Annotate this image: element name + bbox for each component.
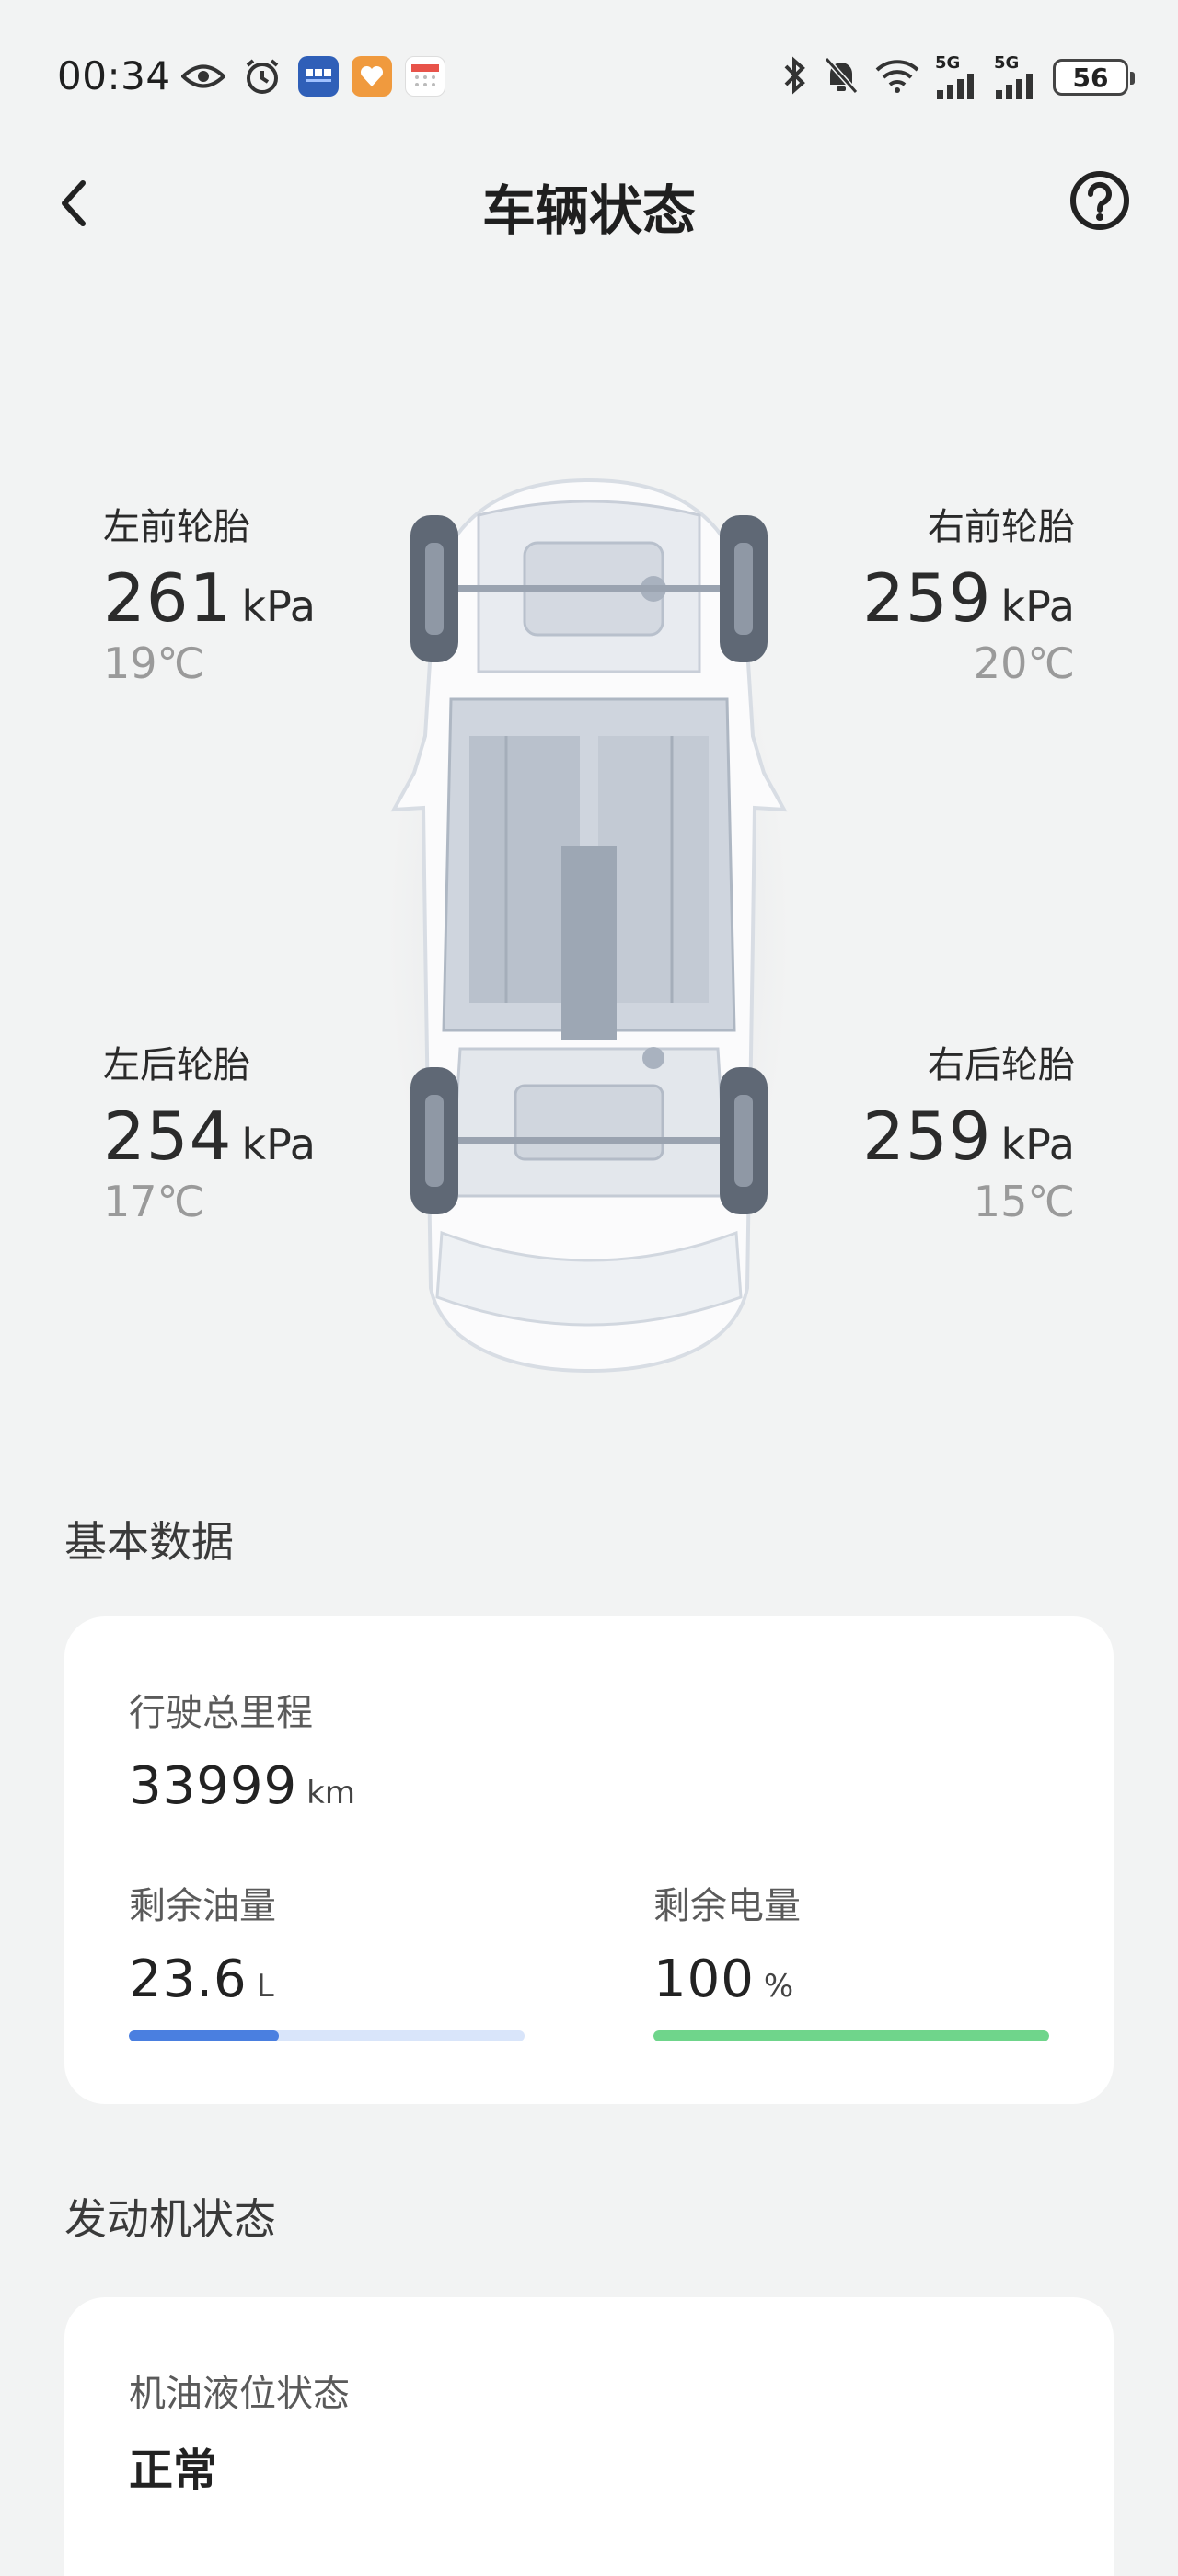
app-icon-blue [298, 56, 339, 97]
tire-front-right: 右前轮胎 259 kPa 20℃ [862, 497, 1075, 688]
battery-indicator: 56 [1053, 59, 1135, 96]
tire-temperature: 17℃ [103, 1177, 205, 1226]
question-circle-icon [1070, 171, 1129, 230]
calendar-icon [405, 56, 445, 97]
fuel-progress-fill [129, 2030, 280, 2041]
bluetooth-icon [780, 55, 808, 99]
engine-section-title: 发动机状态 [64, 2194, 276, 2244]
oil-level-value: 正常 [129, 2444, 218, 2496]
fuel-progress-bar [129, 2030, 525, 2041]
fuel-field: 剩余油量 23.6 L [129, 1876, 276, 2009]
battery-progress-bar [653, 2030, 1049, 2041]
header: 车辆状态 [0, 156, 1178, 248]
tire-label: 左前轮胎 [103, 506, 250, 548]
alarm-clock-icon [239, 55, 285, 98]
engine-status-card: 机油液位状态 正常 [64, 2297, 1114, 2576]
battery-progress-fill [653, 2030, 1049, 2041]
fuel-value: 23.6 L [129, 1949, 274, 2009]
tire-temperature: 19℃ [103, 638, 205, 688]
mileage-label: 行驶总里程 [129, 1692, 313, 1734]
tire-rear-left: 左后轮胎 254 kPa 17℃ [103, 1035, 316, 1226]
page-title: 车辆状态 [481, 179, 696, 242]
tire-pressure: 259 kPa [862, 1098, 1075, 1175]
status-right-icons: 5G 5G 56 [780, 55, 1135, 99]
battery-label: 剩余电量 [653, 1885, 801, 1927]
battery-field: 剩余电量 100% [653, 1876, 801, 2009]
basic-data-section-title: 基本数据 [64, 1517, 234, 1567]
signal-5g-icon: 5G [994, 55, 1038, 99]
tire-temperature: 15℃ [973, 1177, 1075, 1226]
tire-rear-right: 右后轮胎 259 kPa 15℃ [862, 1035, 1075, 1226]
car-illustration [390, 477, 788, 1374]
tire-label: 左后轮胎 [103, 1044, 250, 1087]
tire-pressure: 261 kPa [103, 559, 316, 637]
status-bar: 00:34 5G 5G 56 [0, 0, 1178, 156]
status-left-icons [180, 55, 445, 98]
help-button[interactable] [1068, 168, 1132, 233]
tire-front-left: 左前轮胎 261 kPa 19℃ [103, 497, 316, 688]
basic-data-card: 行驶总里程 33999 km 剩余油量 23.6 L 剩余电量 100% [64, 1616, 1114, 2104]
tire-temperature: 20℃ [973, 638, 1075, 688]
status-time: 00:34 [57, 53, 171, 98]
tire-status-area: 左前轮胎 261 kPa 19℃ 右前轮胎 259 kPa 20℃ 左后轮胎 254… [0, 442, 1178, 1408]
oil-level-label: 机油液位状态 [129, 2373, 350, 2415]
tire-pressure: 259 kPa [862, 559, 1075, 637]
battery-value: 100% [653, 1949, 794, 2009]
signal-5g-icon: 5G [935, 55, 979, 99]
mute-bell-icon [823, 55, 860, 99]
vehicle-status-page: 00:34 5G 5G 56 车辆状态 左前轮胎 261 kPa 19℃ 右前轮… [0, 0, 1178, 2576]
app-icon-orange [352, 56, 392, 97]
tire-label: 右后轮胎 [928, 1044, 1075, 1087]
fuel-label: 剩余油量 [129, 1885, 276, 1927]
eye-icon [180, 55, 226, 98]
tire-pressure: 254 kPa [103, 1098, 316, 1175]
tire-label: 右前轮胎 [928, 506, 1075, 548]
mileage-value: 33999 km [129, 1756, 355, 1816]
wifi-icon [874, 57, 920, 98]
mileage-field: 行驶总里程 33999 km [129, 1683, 355, 1816]
oil-level-field: 机油液位状态 正常 [129, 2363, 350, 2498]
